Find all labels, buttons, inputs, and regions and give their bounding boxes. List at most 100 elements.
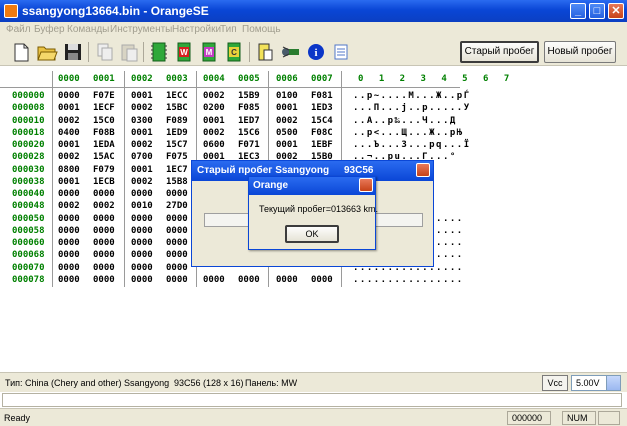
hex-cell[interactable]: 0001: [131, 91, 153, 101]
hex-cell[interactable]: 0000: [58, 250, 80, 260]
hex-cell[interactable]: 0200: [203, 103, 225, 113]
hex-cell[interactable]: 0400: [58, 128, 80, 138]
write-red-icon[interactable]: W: [173, 41, 195, 63]
settings-icon[interactable]: [330, 41, 352, 63]
hex-cell[interactable]: 0800: [58, 165, 80, 175]
menu-commands[interactable]: Команды: [67, 24, 109, 35]
hex-cell[interactable]: 0000: [58, 214, 80, 224]
chip-yellow-icon[interactable]: C: [223, 41, 245, 63]
hex-cell[interactable]: 0001: [276, 140, 298, 150]
hex-cell[interactable]: 0500: [276, 128, 298, 138]
menu-tools[interactable]: Инструменты: [110, 24, 172, 35]
menu-type[interactable]: Тип: [220, 24, 237, 35]
hex-cell[interactable]: 0002: [131, 140, 153, 150]
hex-cell[interactable]: F08C: [311, 128, 333, 138]
hex-cell[interactable]: 0001: [131, 165, 153, 175]
ok-button[interactable]: OK: [285, 225, 339, 243]
hex-cell[interactable]: 0000: [131, 263, 153, 273]
hex-cell[interactable]: 15B8: [166, 177, 188, 187]
hex-cell[interactable]: 1ED7: [238, 116, 260, 126]
hex-cell[interactable]: F075: [166, 152, 188, 162]
hex-cell[interactable]: 15B9: [238, 91, 260, 101]
hex-cell[interactable]: 0002: [93, 201, 115, 211]
menu-file[interactable]: Файл: [6, 24, 31, 35]
hex-cell[interactable]: F08B: [93, 128, 115, 138]
hex-cell[interactable]: 1ED3: [311, 103, 333, 113]
hex-cell[interactable]: 0000: [131, 275, 153, 285]
open-folder-icon[interactable]: [36, 41, 58, 63]
hex-cell[interactable]: 0000: [238, 275, 260, 285]
hex-cell[interactable]: 0000: [131, 189, 153, 199]
hex-cell[interactable]: 0000: [311, 275, 333, 285]
hex-cell[interactable]: 0700: [131, 152, 153, 162]
hex-cell[interactable]: 0000: [166, 226, 188, 236]
hex-cell[interactable]: 15BC: [166, 103, 188, 113]
hex-cell[interactable]: 0002: [58, 116, 80, 126]
close-button[interactable]: ✕: [608, 3, 624, 19]
hex-cell[interactable]: 0001: [58, 103, 80, 113]
paste-icon[interactable]: [118, 41, 140, 63]
hex-cell[interactable]: 0000: [58, 238, 80, 248]
old-mileage-button[interactable]: Старый пробег: [460, 41, 539, 63]
minimize-button[interactable]: _: [570, 3, 586, 19]
voltage-select[interactable]: 5.00V: [571, 375, 621, 391]
message-dialog-titlebar[interactable]: Orange: [249, 177, 375, 195]
chip-select-icon[interactable]: [254, 41, 276, 63]
hex-cell[interactable]: 0000: [166, 189, 188, 199]
adapter-icon[interactable]: [280, 41, 302, 63]
hex-cell[interactable]: F07E: [93, 91, 115, 101]
info-icon[interactable]: i: [305, 41, 327, 63]
hex-cell[interactable]: 0000: [166, 263, 188, 273]
hex-cell[interactable]: 0001: [58, 140, 80, 150]
copy-icon[interactable]: [94, 41, 116, 63]
hex-cell[interactable]: 0000: [166, 238, 188, 248]
hex-cell[interactable]: 0010: [131, 201, 153, 211]
hex-cell[interactable]: 0001: [58, 177, 80, 187]
hex-cell[interactable]: F081: [311, 91, 333, 101]
hex-cell[interactable]: 0300: [131, 116, 153, 126]
hex-cell[interactable]: 15C4: [311, 116, 333, 126]
window-titlebar[interactable]: ssangyong13664.bin - OrangeSE _ □ ✕: [0, 0, 627, 22]
hex-cell[interactable]: 0000: [58, 226, 80, 236]
hex-cell[interactable]: 0000: [93, 250, 115, 260]
close-icon[interactable]: [359, 178, 373, 192]
hex-cell[interactable]: 15C7: [166, 140, 188, 150]
hex-cell[interactable]: 1EBF: [311, 140, 333, 150]
hex-cell[interactable]: 15AC: [93, 152, 115, 162]
hex-cell[interactable]: 0002: [131, 177, 153, 187]
close-icon[interactable]: [416, 163, 430, 177]
hex-cell[interactable]: 0000: [93, 189, 115, 199]
hex-cell[interactable]: 27D0: [166, 201, 188, 211]
hex-cell[interactable]: F071: [238, 140, 260, 150]
hex-cell[interactable]: 0000: [166, 275, 188, 285]
hex-cell[interactable]: 0000: [131, 226, 153, 236]
hex-cell[interactable]: 0100: [276, 91, 298, 101]
hex-cell[interactable]: 0000: [131, 214, 153, 224]
hex-cell[interactable]: 0000: [93, 275, 115, 285]
chevron-down-icon[interactable]: [606, 376, 620, 390]
hex-cell[interactable]: 1ECB: [93, 177, 115, 187]
vcc-button[interactable]: Vcc: [542, 375, 568, 391]
menu-settings[interactable]: Настройки: [172, 24, 221, 35]
hex-cell[interactable]: 0002: [203, 91, 225, 101]
hex-cell[interactable]: F085: [238, 103, 260, 113]
hex-cell[interactable]: 15C0: [93, 116, 115, 126]
hex-cell[interactable]: 0002: [131, 103, 153, 113]
hex-cell[interactable]: 0000: [131, 250, 153, 260]
hex-cell[interactable]: 0000: [58, 275, 80, 285]
hex-cell[interactable]: 0001: [276, 103, 298, 113]
hex-cell[interactable]: 0000: [58, 189, 80, 199]
hex-cell[interactable]: 0000: [276, 275, 298, 285]
hex-cell[interactable]: 0000: [203, 275, 225, 285]
save-icon[interactable]: [62, 41, 84, 63]
maximize-button[interactable]: □: [589, 3, 605, 19]
hex-cell[interactable]: 1ECC: [166, 91, 188, 101]
hex-cell[interactable]: 0000: [93, 214, 115, 224]
hex-cell[interactable]: 0001: [131, 128, 153, 138]
new-mileage-button[interactable]: Новый пробег: [544, 41, 616, 63]
hex-cell[interactable]: 0000: [93, 238, 115, 248]
write-magenta-icon[interactable]: M: [198, 41, 220, 63]
hex-cell[interactable]: 0002: [276, 116, 298, 126]
hex-cell[interactable]: 0001: [203, 116, 225, 126]
hex-cell[interactable]: 15C6: [238, 128, 260, 138]
